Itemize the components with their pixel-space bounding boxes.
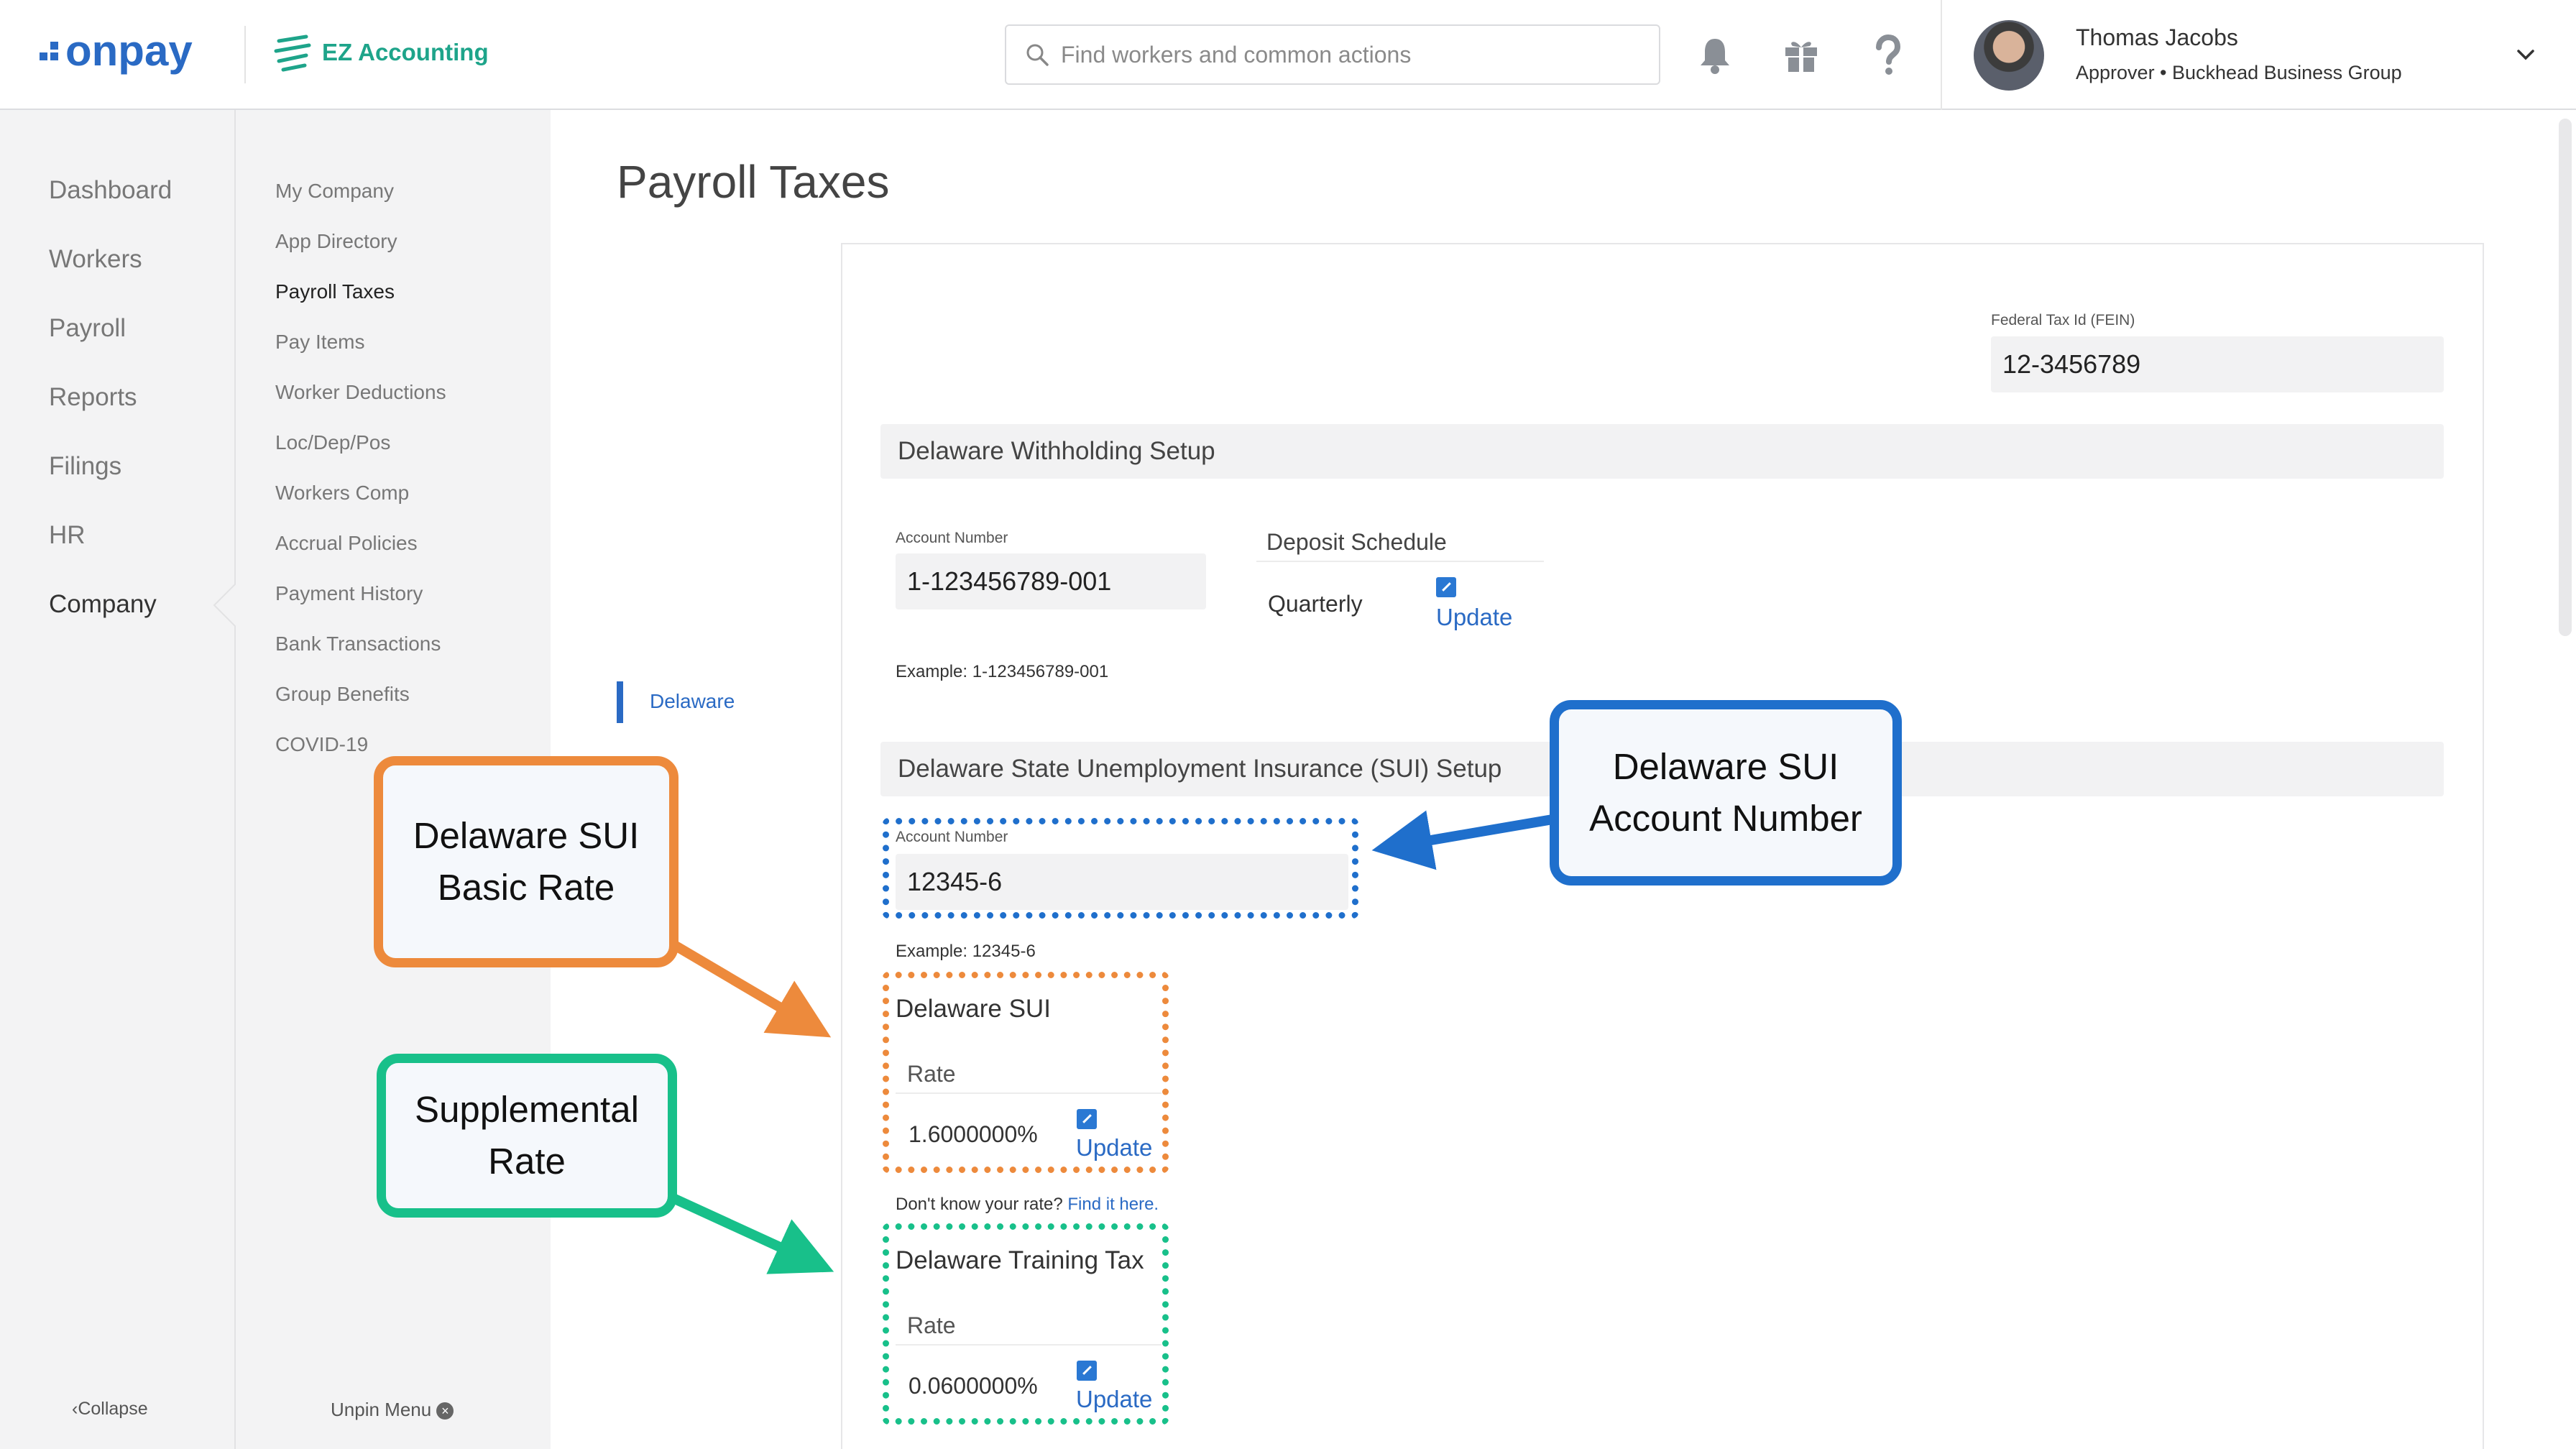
basic-rate-arrow <box>666 937 832 1038</box>
callout-supp-line2: Rate <box>488 1141 566 1182</box>
callout-supplemental-rate: Supplemental Rate <box>377 1054 677 1218</box>
supplemental-arrow <box>666 1191 834 1274</box>
callout-supp-line1: Supplemental <box>415 1089 639 1130</box>
callout-sui-basic-rate: Delaware SUI Basic Rate <box>374 756 678 967</box>
annotation-arrows <box>666 810 1554 1274</box>
callout-account-line2: Account Number <box>1589 798 1862 839</box>
callout-basic-line1: Delaware SUI <box>413 815 640 856</box>
account-arrow <box>1371 810 1554 870</box>
callout-account-line1: Delaware SUI <box>1612 746 1839 787</box>
callout-sui-account-number: Delaware SUI Account Number <box>1550 700 1902 886</box>
callout-basic-line2: Basic Rate <box>437 867 615 908</box>
